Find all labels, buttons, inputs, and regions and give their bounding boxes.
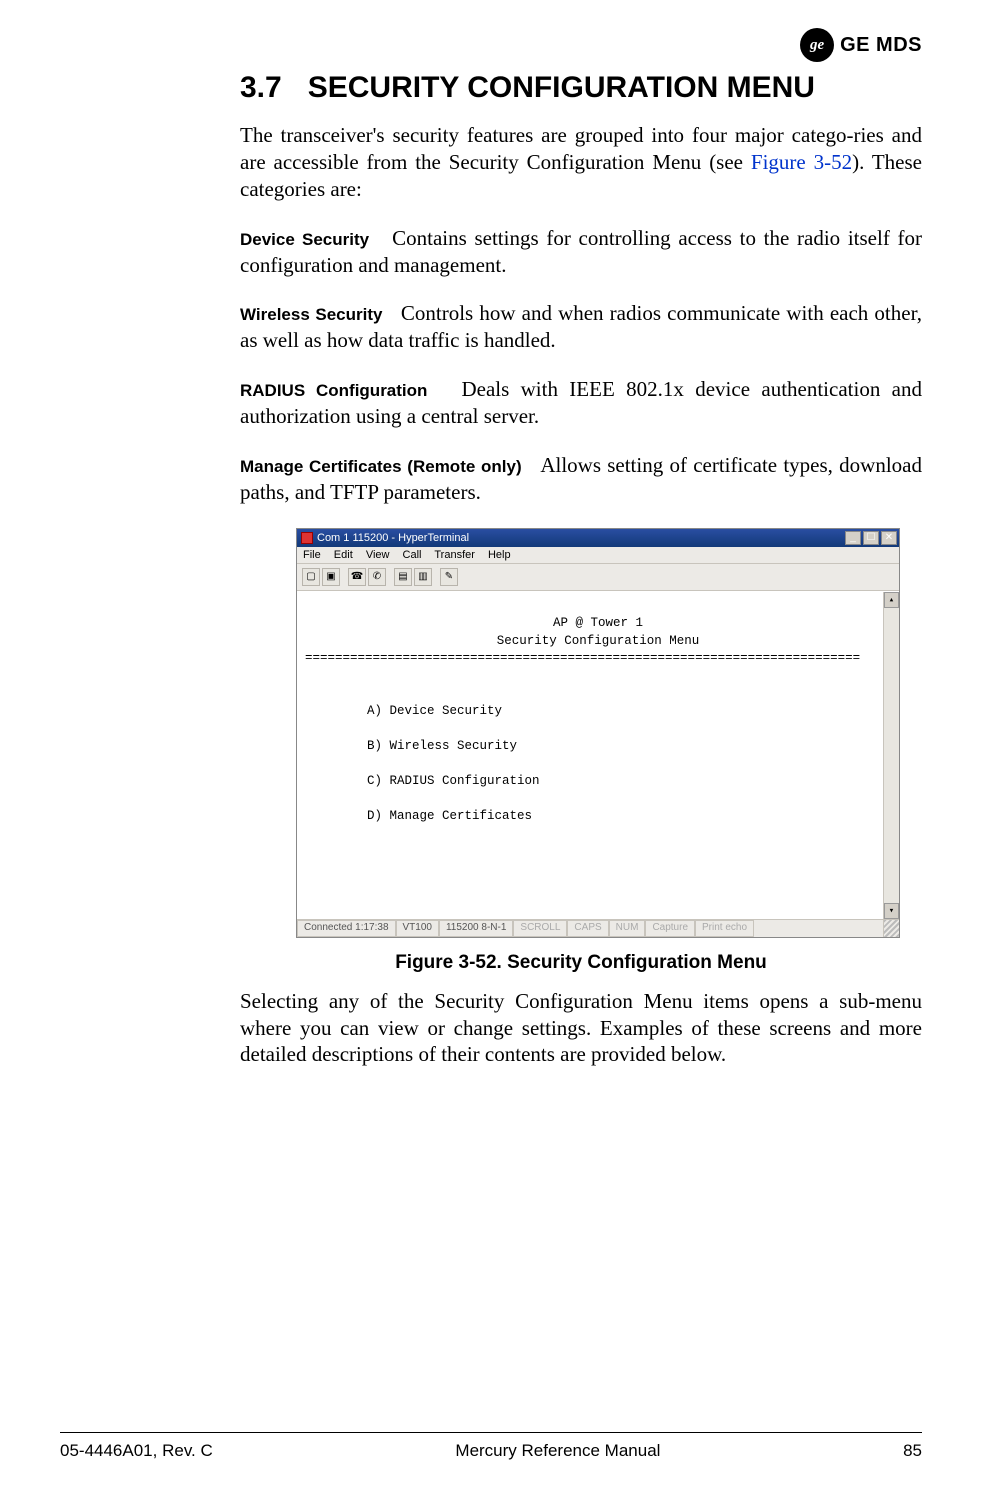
item-head: Manage Certificates (Remote only) [240,457,522,476]
footer-docnumber: 05-4446A01, Rev. C [60,1441,213,1461]
item-radius-configuration: RADIUS Configuration Deals with IEEE 802… [240,376,922,430]
close-button[interactable]: ✕ [881,531,897,545]
minimize-button[interactable]: _ [845,531,861,545]
terminal-option-d: D) Manage Certificates [367,808,891,826]
toolbar-connect-icon[interactable]: ☎ [348,568,366,586]
figure-reference-link[interactable]: Figure 3-52 [751,150,852,174]
menu-help[interactable]: Help [488,549,511,561]
scroll-down-icon[interactable]: ▾ [884,903,899,919]
resize-grip-icon[interactable] [883,920,899,937]
hyperterminal-window: Com 1 115200 - HyperTerminal _ ☐ ✕ File … [296,528,900,938]
status-num: NUM [609,920,646,937]
item-head: Wireless Security [240,305,382,324]
item-manage-certificates: Manage Certificates (Remote only) Allows… [240,452,922,506]
scrollbar-vertical[interactable]: ▴ ▾ [883,592,899,919]
item-head: Device Security [240,230,369,249]
toolbar-disconnect-icon[interactable]: ✆ [368,568,386,586]
figure-caption: Figure 3-52. Security Configuration Menu [240,952,922,974]
terminal-option-a: A) Device Security [367,703,891,721]
item-head: RADIUS Configuration [240,381,427,400]
page-footer: 05-4446A01, Rev. C Mercury Reference Man… [60,1432,922,1461]
intro-paragraph: The transceiver's security features are … [240,122,922,203]
status-printecho: Print echo [695,920,754,937]
terminal-option-b: B) Wireless Security [367,738,891,756]
menu-bar: File Edit View Call Transfer Help [297,547,899,564]
terminal-screen[interactable]: AP @ Tower 1Security Configuration Menu=… [297,591,899,919]
status-params: 115200 8-N-1 [439,920,513,937]
section-heading: 3.7 SECURITY CONFIGURATION MENU [240,70,922,106]
window-title: Com 1 115200 - HyperTerminal [317,532,469,544]
figure-terminal-window: Com 1 115200 - HyperTerminal _ ☐ ✕ File … [296,528,900,938]
menu-call[interactable]: Call [403,549,422,561]
menu-transfer[interactable]: Transfer [434,549,475,561]
section-number: 3.7 [240,70,282,106]
ge-monogram-icon: ge [800,28,834,62]
item-device-security: Device Security Contains settings for co… [240,225,922,279]
window-titlebar: Com 1 115200 - HyperTerminal _ ☐ ✕ [297,529,899,547]
header-logo: ge GE MDS [800,28,922,62]
toolbar-send-icon[interactable]: ▤ [394,568,412,586]
status-connected-time: Connected 1:17:38 [297,920,396,937]
status-emulation: VT100 [396,920,439,937]
toolbar-receive-icon[interactable]: ▥ [414,568,432,586]
terminal-header-line1: AP @ Tower 1 [305,615,891,633]
toolbar-open-icon[interactable]: ▣ [322,568,340,586]
terminal-header-line2: Security Configuration Menu [305,633,891,651]
terminal-option-c: C) RADIUS Configuration [367,773,891,791]
menu-view[interactable]: View [366,549,390,561]
footer-pagenumber: 85 [903,1441,922,1461]
status-capture: Capture [645,920,695,937]
item-wireless-security: Wireless Security Controls how and when … [240,300,922,354]
toolbar-new-icon[interactable]: ▢ [302,568,320,586]
menu-edit[interactable]: Edit [334,549,353,561]
section-title-text: SECURITY CONFIGURATION MENU [308,71,815,104]
ge-mds-text: GE MDS [840,34,922,57]
status-bar: Connected 1:17:38 VT100 115200 8-N-1 SCR… [297,919,899,937]
outro-paragraph: Selecting any of the Security Configurat… [240,988,922,1069]
main-content: 3.7 SECURITY CONFIGURATION MENU The trans… [240,70,922,1068]
status-scroll: SCROLL [513,920,567,937]
scroll-up-icon[interactable]: ▴ [884,592,899,608]
toolbar-properties-icon[interactable]: ✎ [440,568,458,586]
app-icon [301,532,313,544]
footer-doctitle: Mercury Reference Manual [455,1441,660,1461]
toolbar: ▢ ▣ ☎ ✆ ▤ ▥ ✎ [297,564,899,591]
maximize-button[interactable]: ☐ [863,531,879,545]
window-buttons: _ ☐ ✕ [845,531,897,545]
terminal-divider: ========================================… [305,650,891,668]
status-caps: CAPS [567,920,608,937]
menu-file[interactable]: File [303,549,321,561]
